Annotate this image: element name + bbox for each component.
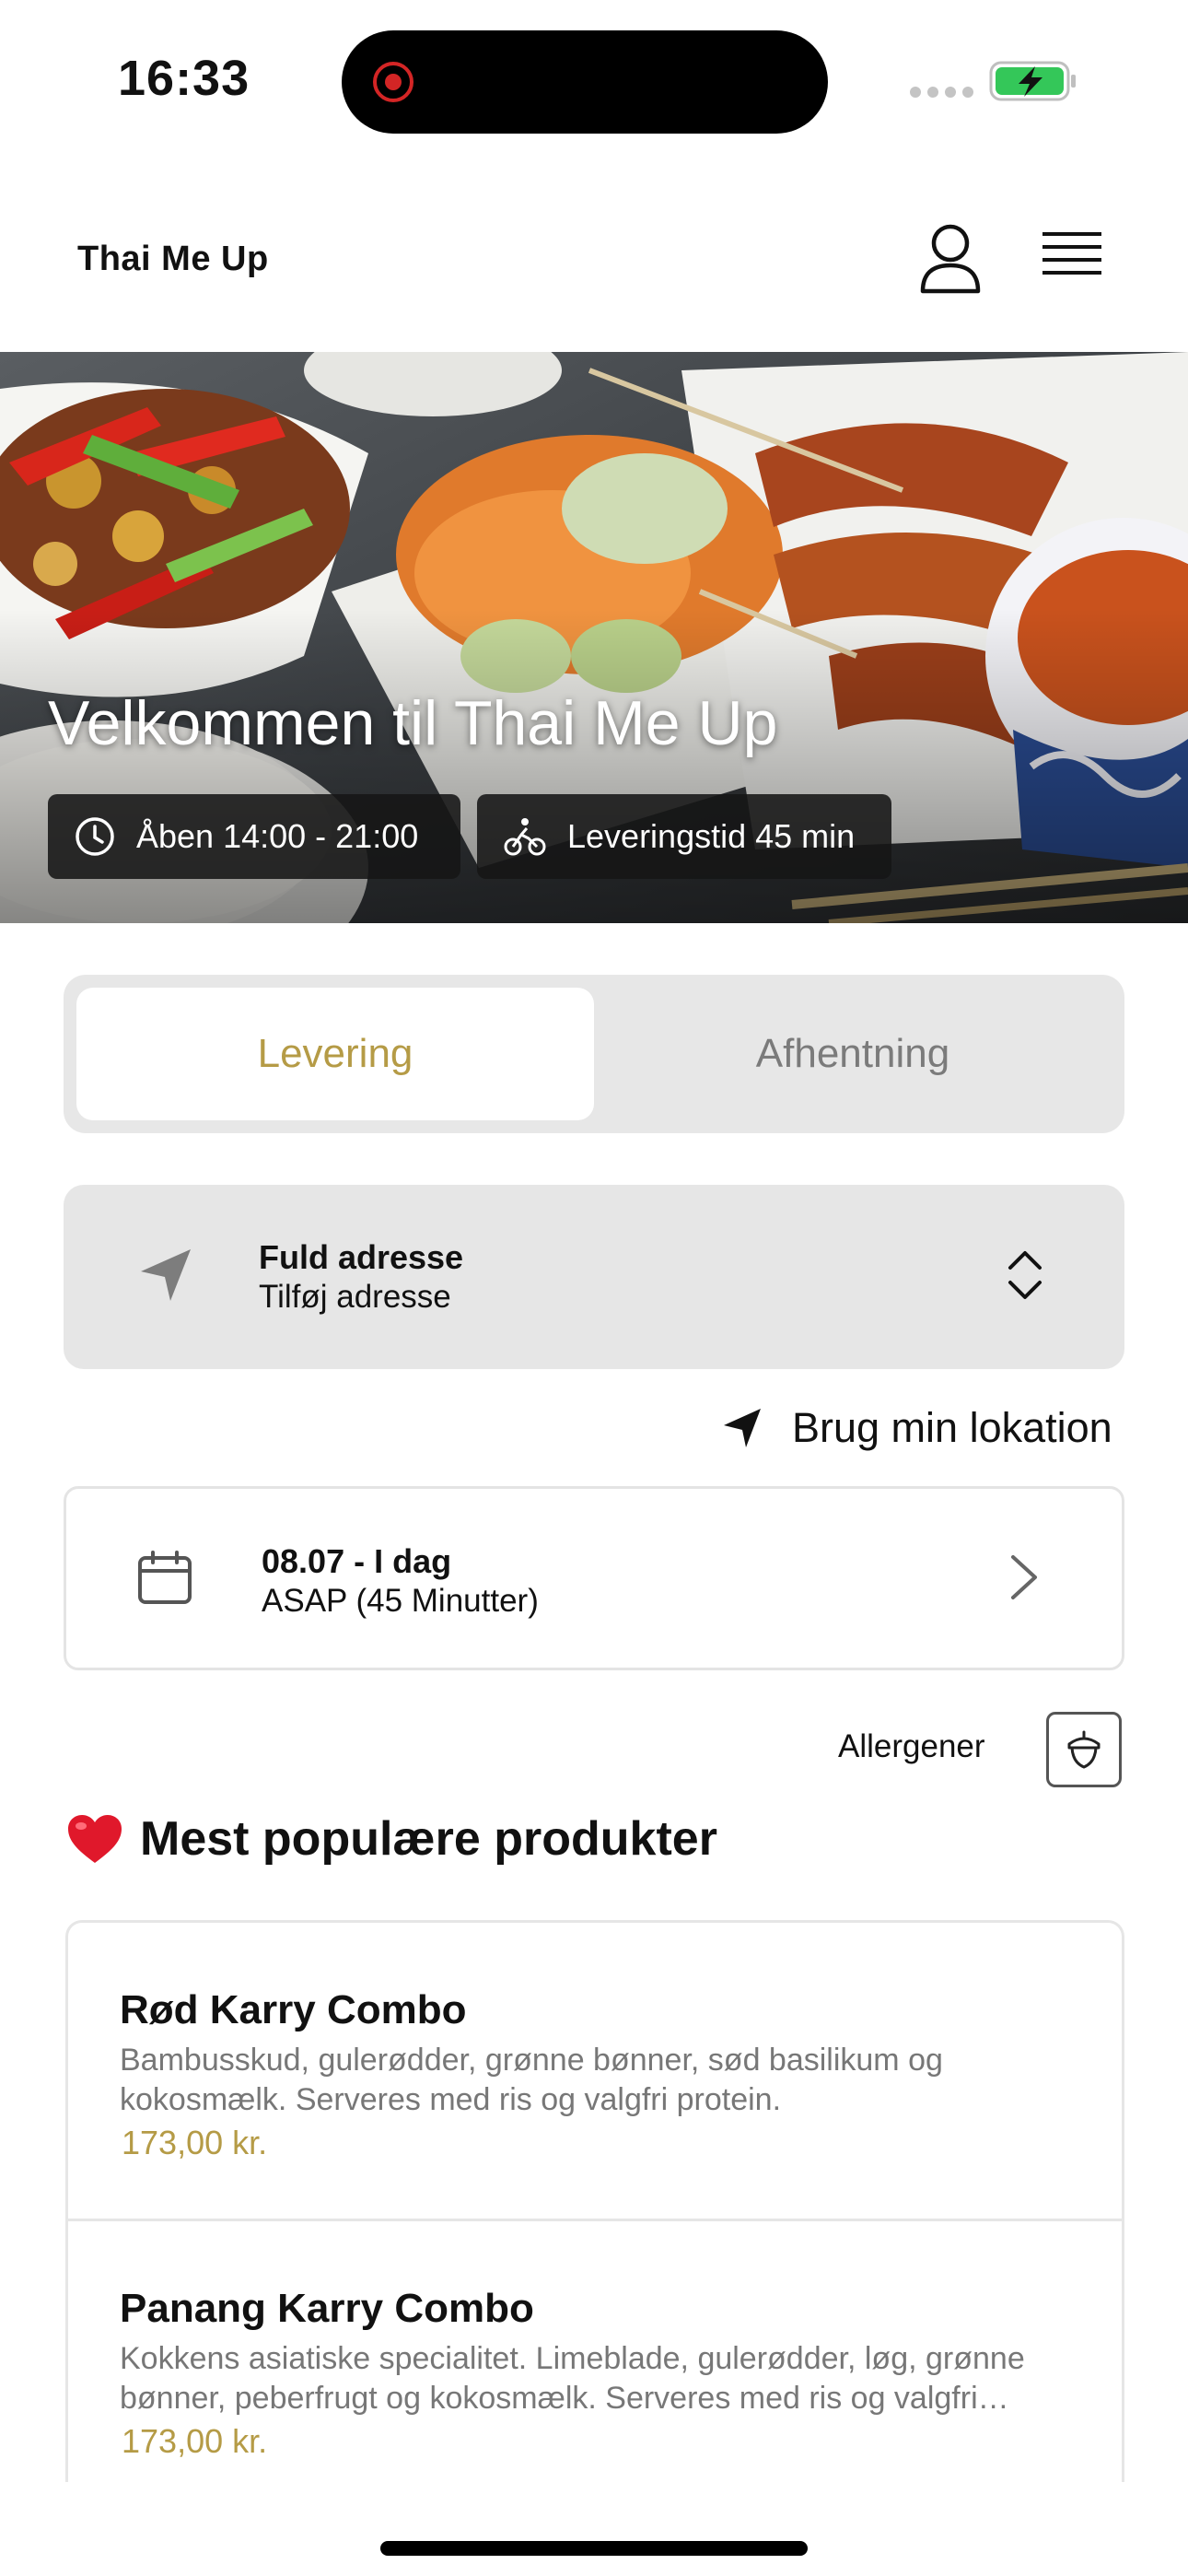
delivery-time-text: Leveringstid 45 min [567,817,856,855]
product-price: 173,00 kr. [122,2124,268,2161]
brand-name[interactable]: Thai Me Up [77,240,269,279]
hero-title: Velkommen til Thai Me Up [48,688,778,758]
delivery-date-selector[interactable]: 08.07 - I dag ASAP (45 Minutter) [64,1486,1124,1670]
bicycle-icon [504,818,546,856]
product-card[interactable]: Panang Karry Combo Kokkens asiatiske spe… [68,2221,1122,2482]
signal-icon [910,87,973,98]
hamburger-menu-icon[interactable] [1042,228,1101,284]
product-list: Rød Karry Combo Bambusskud, gulerødder, … [65,1920,1124,2482]
section-title: Mest populære produkter [140,1812,717,1866]
opening-hours-text: Åben 14:00 - 21:00 [136,817,419,855]
chevron-right-icon [1011,1555,1037,1599]
location-arrow-icon [724,1409,761,1447]
location-arrow-icon [141,1249,191,1301]
home-indicator[interactable] [380,2541,808,2556]
status-bar: 16:33 [0,0,1188,157]
status-time: 16:33 [118,51,250,106]
delivery-mode-toggle: Levering Afhentning [64,975,1124,1133]
product-name: Rød Karry Combo [120,1987,467,2032]
opening-hours-chip: Åben 14:00 - 21:00 [48,794,460,879]
tab-pickup[interactable]: Afhentning [594,988,1112,1120]
address-title: Fuld adresse [259,1238,464,1276]
address-placeholder: Tilføj adresse [259,1279,451,1315]
date-subtitle: ASAP (45 Minutter) [262,1583,539,1619]
hero-banner: Velkommen til Thai Me Up Åben 14:00 - 21… [0,352,1188,923]
product-description: Bambusskud, gulerødder, grønne bønner, s… [120,2043,943,2117]
heart-icon [68,1815,122,1863]
allergens-label[interactable]: Allergener [838,1728,985,1765]
acorn-icon [1067,1730,1101,1769]
user-icon[interactable] [917,221,984,295]
use-my-location-button[interactable]: Brug min lokation [722,1400,1112,1456]
tab-delivery[interactable]: Levering [76,988,594,1120]
recording-icon [373,62,413,102]
dynamic-island [342,30,828,134]
product-price: 173,00 kr. [122,2422,268,2460]
product-description: Kokkens asiatiske specialitet. Limeblade… [120,2341,1025,2416]
date-title: 08.07 - I dag [262,1542,452,1580]
app-header: Thai Me Up [0,184,1188,350]
allergens-button[interactable] [1046,1712,1122,1787]
clock-icon [76,817,114,856]
delivery-time-chip: Leveringstid 45 min [477,794,891,879]
section-heading: Mest populære produkter [66,1811,717,1867]
calendar-icon [138,1551,192,1604]
product-card[interactable]: Rød Karry Combo Bambusskud, gulerødder, … [68,1923,1122,2221]
address-selector[interactable]: Fuld adresse Tilføj adresse [64,1185,1124,1369]
product-name: Panang Karry Combo [120,2286,534,2331]
chevron-up-down-icon [1008,1251,1042,1299]
use-my-location-label: Brug min lokation [792,1404,1112,1451]
battery-charging-icon [989,61,1076,101]
